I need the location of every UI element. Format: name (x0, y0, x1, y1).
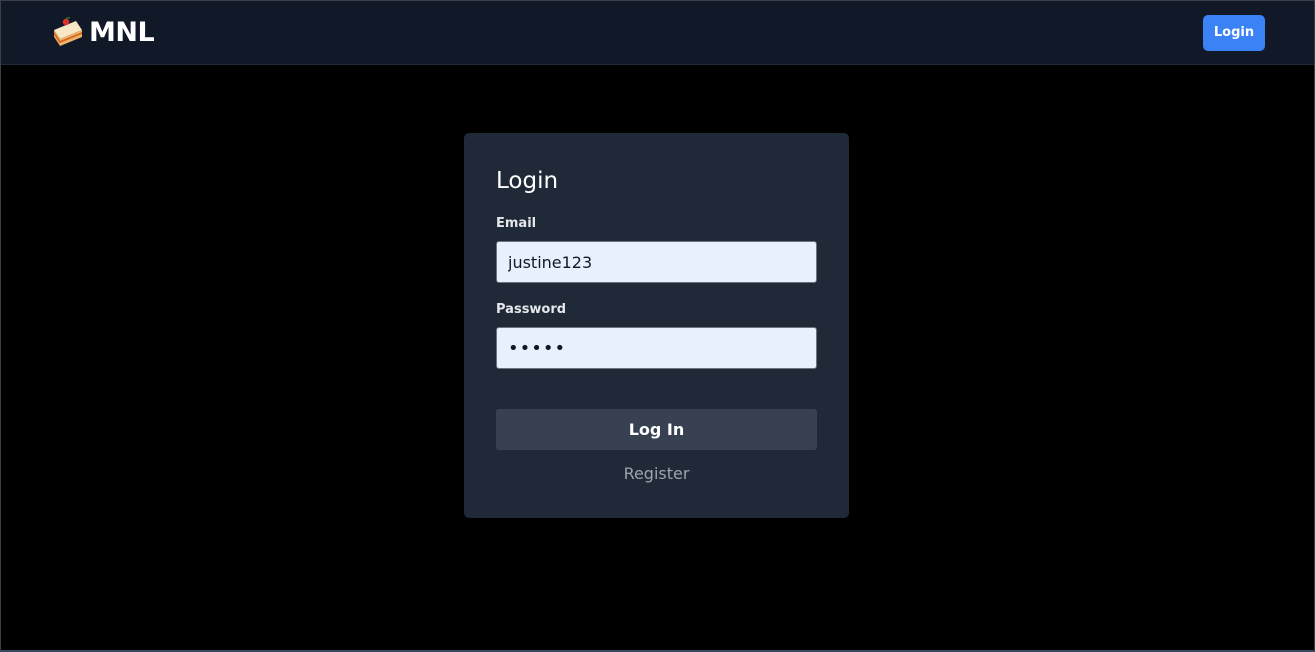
nav-login-button[interactable]: Login (1203, 15, 1265, 51)
password-label: Password (496, 302, 567, 317)
top-navbar: MNL Login (1, 1, 1314, 65)
register-link[interactable]: Register (496, 463, 817, 485)
brand-logo[interactable]: MNL (52, 15, 155, 51)
email-label: Email (496, 216, 537, 231)
password-input[interactable] (496, 327, 817, 369)
login-submit-button[interactable]: Log In (496, 409, 817, 450)
login-title: Login (496, 168, 559, 194)
brand-name: MNL (89, 17, 155, 48)
app-window: MNL Login Login Email Password Log In Re… (0, 0, 1315, 652)
login-card: Login Email Password Log In Register (464, 133, 849, 518)
email-input[interactable] (496, 241, 817, 283)
cake-slice-icon (54, 17, 82, 46)
